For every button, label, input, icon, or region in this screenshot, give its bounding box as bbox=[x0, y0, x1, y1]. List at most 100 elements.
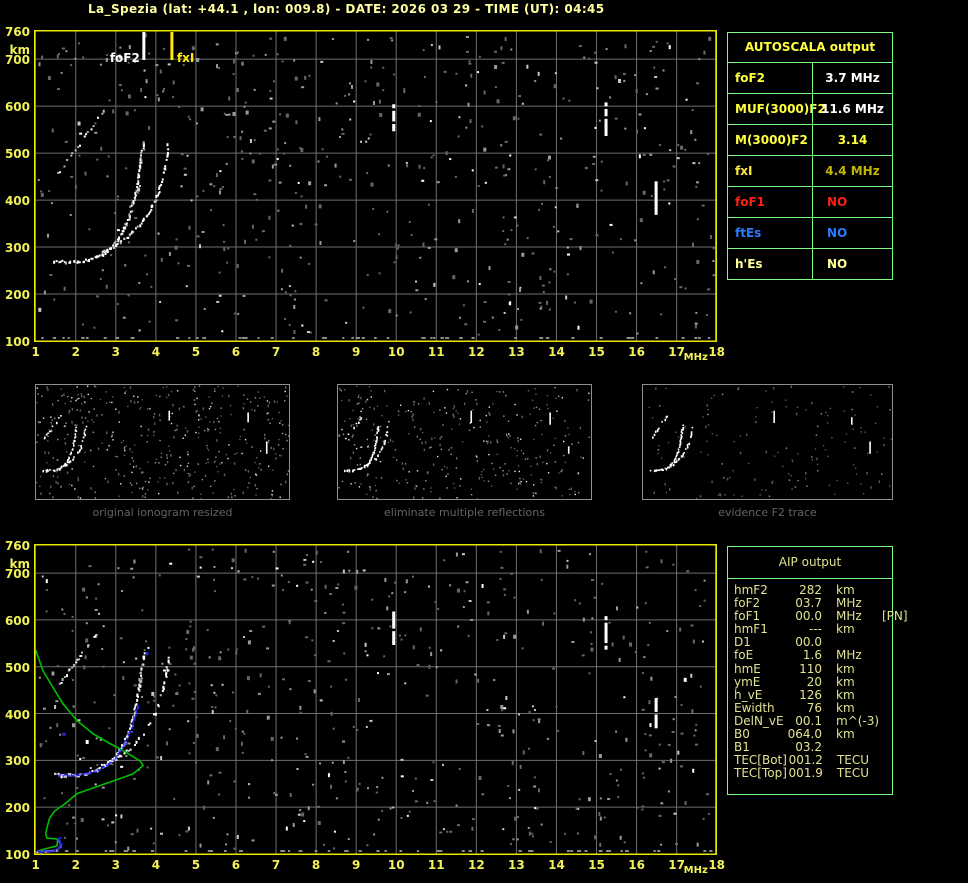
aip-parameter-value: 001.9 bbox=[788, 766, 823, 781]
y-tick-label: 400 bbox=[4, 707, 30, 722]
caption-evidence-f2-trace: evidence F2 trace bbox=[718, 506, 817, 519]
parameter-value: 11.6 MHz bbox=[812, 94, 892, 124]
y-tick-label: 500 bbox=[4, 147, 30, 162]
thumbnail-evidence-f2-trace-image bbox=[648, 385, 894, 501]
parameter-label: foF2 bbox=[735, 71, 766, 85]
x-tick-label: 15 bbox=[588, 858, 605, 872]
caption-original-ionogram: original ionogram resized bbox=[92, 506, 233, 519]
y-axis-unit-km: km bbox=[9, 43, 30, 57]
x-tick-label: 12 bbox=[467, 858, 485, 872]
thumbnail-original-ionogram-image bbox=[36, 385, 290, 502]
x-tick-label: 2 bbox=[71, 345, 80, 359]
aip-parameter-unit: km bbox=[836, 622, 855, 637]
aip-parameter-value: 76 bbox=[806, 700, 822, 715]
aip-parameter-unit: km bbox=[836, 727, 855, 742]
x-axis-unit-mhz: MHz bbox=[683, 352, 708, 363]
x-tick-label: 16 bbox=[628, 858, 645, 872]
aip-parameter-label: h_vE bbox=[734, 687, 763, 702]
parameter-label: M(3000)F2 bbox=[735, 133, 808, 147]
aip-row-hme: hmE 110 km bbox=[728, 661, 892, 676]
aip-output-table: AIP output hmF2 282 km foF2 03.7 MHz foF1 00.0 M… bbox=[727, 546, 908, 795]
x-tick-label: 11 bbox=[427, 345, 445, 359]
x-tick-label: 7 bbox=[271, 345, 281, 359]
x-tick-label: 15 bbox=[588, 345, 605, 359]
aip-row-hve: h_vE 126 km bbox=[728, 687, 892, 702]
y-tick-label: 760 bbox=[4, 539, 30, 553]
x-tick-label: 6 bbox=[231, 858, 241, 872]
autoscala-table-title: AUTOSCALA output bbox=[744, 40, 876, 54]
autoscala-row-fof1: foF1 NO bbox=[728, 186, 892, 217]
x-tick-label: 7 bbox=[271, 858, 281, 872]
autoscala-table-rows: foF2 3.7 MHz MUF(3000)F2 11.6 MHz M(3000)F2 3… bbox=[728, 62, 892, 279]
x-tick-label: 9 bbox=[351, 345, 361, 359]
autoscala-app-window: La_Spezia (lat: +44.1 , lon: 009.8) - DA… bbox=[0, 0, 968, 883]
autoscala-row-hes: h'Es NO bbox=[728, 248, 892, 279]
x-tick-label: 3 bbox=[111, 345, 120, 359]
x-tick-label: 1 bbox=[31, 858, 40, 872]
aip-parameter-label: ymE bbox=[734, 674, 761, 689]
parameter-label: fxI bbox=[735, 164, 753, 178]
x-tick-label: 12 bbox=[467, 345, 485, 359]
x-tick-label: 5 bbox=[191, 858, 201, 872]
aip-parameter-flag: [PN] bbox=[882, 609, 908, 624]
y-tick-label: 400 bbox=[4, 194, 30, 209]
aip-parameter-unit: MHz bbox=[836, 648, 862, 663]
x-tick-label: 9 bbox=[351, 858, 361, 872]
parameter-value: NO bbox=[812, 249, 892, 279]
aip-parameter-label: foE bbox=[734, 648, 754, 663]
aip-row-tectop: TEC[Top] 001.9 TECU bbox=[728, 767, 892, 780]
x-tick-label: 14 bbox=[548, 858, 565, 872]
aip-parameter-unit: TECU bbox=[836, 766, 869, 781]
parameter-label: foF1 bbox=[735, 195, 766, 209]
station-date-title: La_Spezia (lat: +44.1 , lon: 009.8) - DA… bbox=[88, 2, 605, 16]
autoscala-row-ftes: ftEs NO bbox=[728, 217, 892, 248]
y-tick-label: 300 bbox=[4, 754, 30, 769]
parameter-value: 4.4 MHz bbox=[812, 156, 892, 186]
aip-parameter-label: TEC[Top] bbox=[734, 766, 787, 781]
svg-text:foF2: foF2 bbox=[110, 51, 140, 65]
y-tick-label: 500 bbox=[4, 660, 30, 675]
autoscala-row-fxi: fxI 4.4 MHz bbox=[728, 155, 892, 186]
aip-table-rows: hmF2 282 km foF2 03.7 MHz foF1 00.0 MHz [PN] hmF1-… bbox=[728, 579, 908, 780]
x-tick-label: 16 bbox=[628, 345, 645, 359]
aip-parameter-label: Ewidth bbox=[734, 700, 775, 715]
y-tick-label: 600 bbox=[4, 613, 30, 628]
x-tick-label: 14 bbox=[548, 345, 565, 359]
y-tick-label: 600 bbox=[4, 100, 30, 115]
bottom-ionogram-plot bbox=[34, 544, 717, 855]
x-tick-label: 10 bbox=[387, 858, 405, 872]
x-tick-label: 8 bbox=[311, 345, 321, 359]
autoscala-row-muf3000f2: MUF(3000)F2 11.6 MHz bbox=[728, 93, 892, 124]
aip-parameter-value: 110 bbox=[799, 661, 822, 676]
aip-row-ewidth: Ewidth 76 km bbox=[728, 700, 892, 715]
autoscala-row-m3000f2: M(3000)F2 3.14 bbox=[728, 124, 892, 155]
aip-row-yme: ymE 20 km bbox=[728, 674, 892, 689]
aip-row-foe: foE 1.6 MHz bbox=[728, 649, 892, 662]
aip-parameter-unit: km bbox=[836, 661, 855, 676]
x-tick-label: 8 bbox=[311, 858, 321, 872]
y-axis-unit-km: km bbox=[9, 557, 30, 571]
x-tick-label: 13 bbox=[508, 858, 525, 872]
parameter-value: 3.7 MHz bbox=[812, 63, 892, 93]
thumbnail-eliminate-reflections-image bbox=[338, 385, 590, 501]
x-axis-unit-mhz: MHz bbox=[683, 865, 708, 876]
parameter-label: ftEs bbox=[735, 226, 762, 240]
aip-parameter-unit: km bbox=[836, 700, 855, 715]
y-tick-label: 200 bbox=[4, 288, 30, 303]
x-tick-label: 4 bbox=[151, 858, 161, 872]
thumbnail-eliminate-reflections bbox=[337, 384, 592, 501]
top-ionogram-plot: foF2 fxI bbox=[34, 30, 717, 342]
thumbnail-evidence-f2-trace bbox=[642, 384, 894, 501]
autoscala-row-fof2: foF2 3.7 MHz bbox=[728, 62, 892, 93]
svg-text:fxI: fxI bbox=[177, 51, 194, 65]
parameter-label: MUF(3000)F2 bbox=[735, 102, 826, 116]
x-tick-label: 11 bbox=[427, 858, 445, 872]
x-tick-label: 10 bbox=[387, 345, 405, 359]
x-tick-label: 6 bbox=[231, 345, 241, 359]
y-tick-label: 760 bbox=[4, 25, 30, 39]
aip-parameter-value: 1.6 bbox=[802, 648, 822, 663]
x-tick-label: 1 bbox=[31, 345, 40, 359]
x-tick-label: 3 bbox=[111, 858, 120, 872]
aip-table-title: AIP output bbox=[728, 547, 892, 579]
thumbnail-original-ionogram bbox=[35, 384, 290, 502]
